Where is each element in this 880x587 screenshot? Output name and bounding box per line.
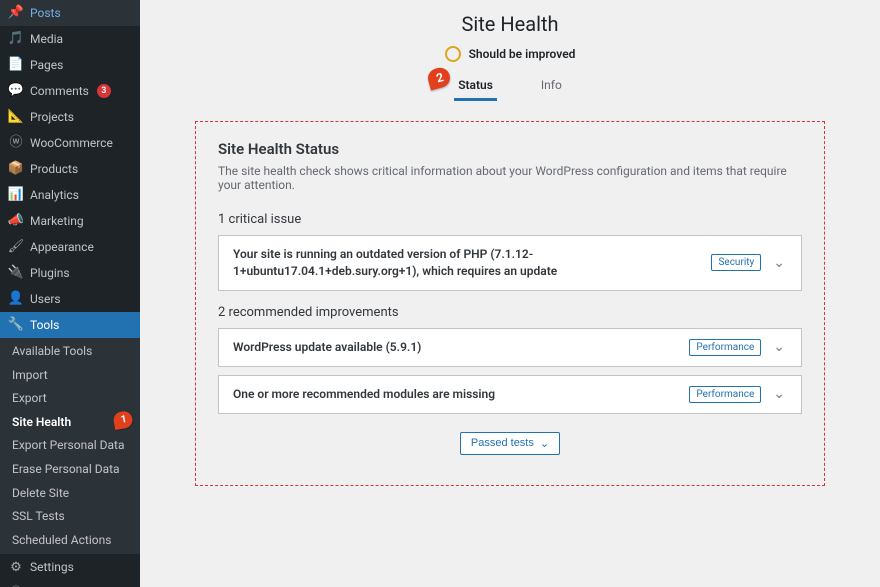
status-text: Should be improved: [469, 47, 576, 61]
submenu-export[interactable]: Export: [0, 387, 140, 411]
sidebar-label: Settings: [30, 560, 74, 574]
chevron-down-icon[interactable]: ⌄: [771, 386, 787, 402]
submenu-import[interactable]: Import: [0, 364, 140, 388]
submenu-erase-personal-data[interactable]: Erase Personal Data: [0, 458, 140, 482]
appearance-icon: 🖌: [8, 239, 24, 255]
projects-icon: 📐: [8, 109, 24, 125]
tools-submenu: Available Tools Import Export Site Healt…: [0, 338, 140, 554]
issue-title: WordPress update available (5.9.1): [233, 339, 679, 356]
products-icon: 📦: [8, 161, 24, 177]
woocommerce-icon: ⓦ: [8, 135, 24, 151]
sidebar-label: Products: [30, 162, 78, 176]
sidebar-item-pages[interactable]: 📄 Pages: [0, 52, 140, 78]
submenu-delete-site[interactable]: Delete Site: [0, 482, 140, 506]
issue-card-wp-update[interactable]: WordPress update available (5.9.1) Perfo…: [218, 328, 802, 367]
media-icon: 🎵: [8, 31, 24, 47]
issue-tag-performance: Performance: [689, 339, 761, 356]
sidebar-item-divi[interactable]: Ⓓ Divi: [0, 580, 140, 587]
tab-info[interactable]: Info: [537, 72, 566, 101]
chevron-down-icon[interactable]: ⌄: [771, 339, 787, 355]
sidebar-item-products[interactable]: 📦 Products: [0, 156, 140, 182]
issue-title: One or more recommended modules are miss…: [233, 386, 679, 403]
sidebar-item-settings[interactable]: ⚙ Settings: [0, 554, 140, 580]
users-icon: 👤: [8, 291, 24, 307]
marketing-icon: 📣: [8, 213, 24, 229]
sidebar-label: Projects: [30, 110, 74, 124]
passed-tests-label: Passed tests: [471, 437, 534, 449]
comment-icon: 💬: [8, 83, 24, 99]
sidebar-label: Marketing: [30, 214, 84, 228]
sidebar-item-woocommerce[interactable]: ⓦ WooCommerce: [0, 130, 140, 156]
issue-tag-performance: Performance: [689, 386, 761, 403]
submenu-available-tools[interactable]: Available Tools: [0, 340, 140, 364]
status-desc: The site health check shows critical inf…: [218, 164, 802, 192]
sidebar-item-comments[interactable]: 💬 Comments 3: [0, 78, 140, 104]
sidebar-label: Media: [30, 32, 63, 46]
submenu-export-personal-data[interactable]: Export Personal Data: [0, 434, 140, 458]
sidebar-label: Analytics: [30, 188, 79, 202]
sidebar-label: Pages: [30, 58, 63, 72]
critical-issues-title: 1 critical issue: [218, 212, 802, 227]
sidebar-label: Comments: [30, 84, 89, 98]
sidebar-item-analytics[interactable]: 📊 Analytics: [0, 182, 140, 208]
page-title: Site Health: [140, 0, 880, 42]
sidebar-label: Users: [30, 292, 61, 306]
sidebar-item-tools[interactable]: 🔧 Tools: [0, 312, 140, 338]
sidebar-item-marketing[interactable]: 📣 Marketing: [0, 208, 140, 234]
issue-title: Your site is running an outdated version…: [233, 246, 701, 280]
submenu-ssl-tests[interactable]: SSL Tests: [0, 505, 140, 529]
settings-icon: ⚙: [8, 559, 24, 575]
health-tabs: 2 Status Info: [140, 72, 880, 101]
issue-card-php[interactable]: Your site is running an outdated version…: [218, 235, 802, 291]
issue-tag-security: Security: [711, 254, 761, 271]
status-heading: Site Health Status: [218, 140, 802, 158]
tools-icon: 🔧: [8, 317, 24, 333]
submenu-scheduled-actions[interactable]: Scheduled Actions: [0, 529, 140, 553]
sidebar-label: Plugins: [30, 266, 70, 280]
sidebar-label: Posts: [30, 6, 61, 20]
passed-tests-button[interactable]: Passed tests ⌄: [460, 432, 560, 455]
submenu-site-health[interactable]: Site Health 1: [0, 411, 140, 435]
page-icon: 📄: [8, 57, 24, 73]
sidebar-item-projects[interactable]: 📐 Projects: [0, 104, 140, 130]
plugins-icon: 🔌: [8, 265, 24, 281]
status-circle-icon: [445, 46, 461, 62]
sidebar-item-media[interactable]: 🎵 Media: [0, 26, 140, 52]
sidebar-item-appearance[interactable]: 🖌 Appearance: [0, 234, 140, 260]
comments-count-badge: 3: [97, 84, 111, 98]
sidebar-item-posts[interactable]: 📌 Posts: [0, 0, 140, 26]
submenu-label: Site Health: [12, 415, 71, 429]
main-content: Site Health Should be improved 2 Status …: [140, 0, 880, 587]
sidebar-label: Tools: [30, 318, 59, 332]
sidebar-item-plugins[interactable]: 🔌 Plugins: [0, 260, 140, 286]
health-status-indicator: Should be improved: [140, 42, 880, 72]
sidebar-item-users[interactable]: 👤 Users: [0, 286, 140, 312]
analytics-icon: 📊: [8, 187, 24, 203]
sidebar-label: WooCommerce: [30, 136, 113, 150]
admin-sidebar: 📌 Posts 🎵 Media 📄 Pages 💬 Comments 3 📐 P…: [0, 0, 140, 587]
chevron-down-icon[interactable]: ⌄: [771, 255, 787, 271]
chevron-down-icon: ⌄: [540, 437, 549, 450]
annotation-marker-1: 1: [112, 410, 133, 430]
tab-status[interactable]: Status: [454, 72, 497, 101]
issue-card-modules[interactable]: One or more recommended modules are miss…: [218, 375, 802, 414]
site-health-status-box: Site Health Status The site health check…: [195, 121, 825, 486]
sidebar-label: Appearance: [30, 240, 94, 254]
recommended-issues-title: 2 recommended improvements: [218, 305, 802, 320]
pin-icon: 📌: [8, 5, 24, 21]
